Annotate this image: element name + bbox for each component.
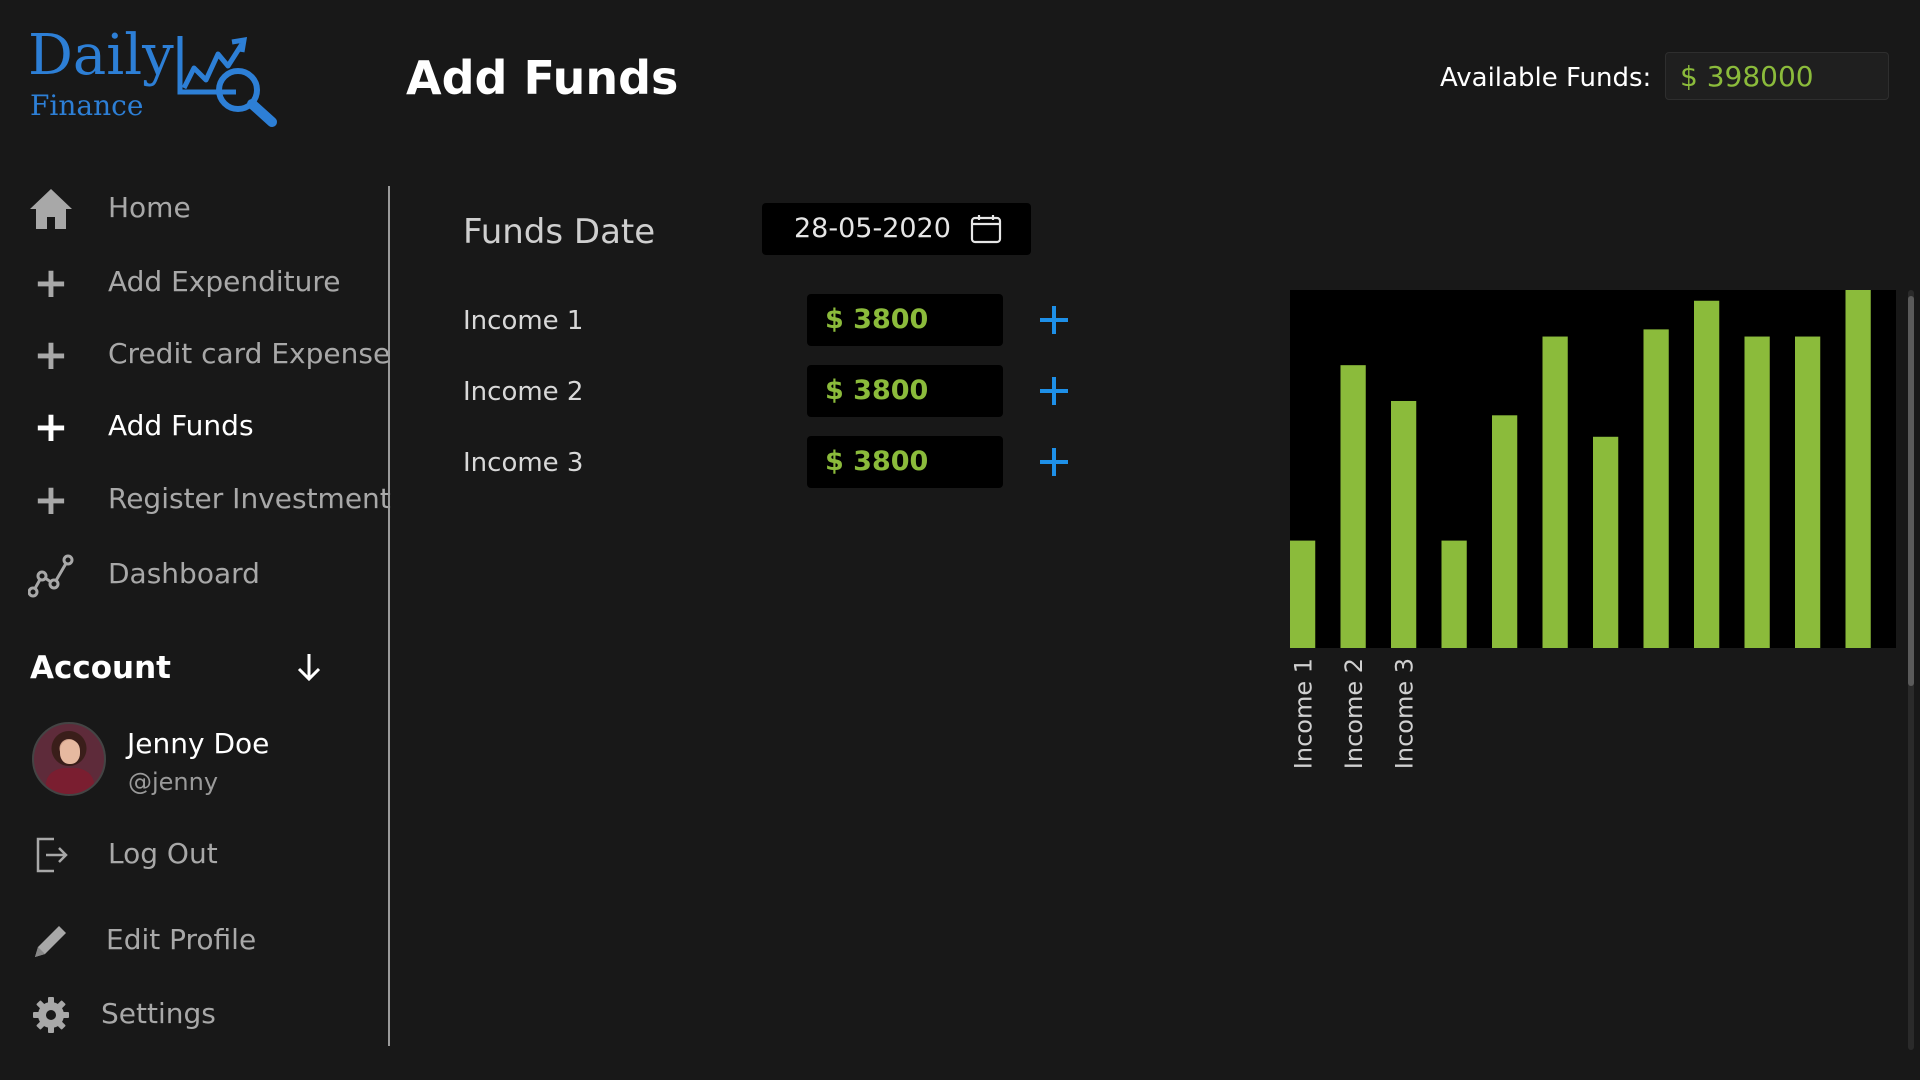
sidebar-item-label: Register Investment bbox=[108, 482, 391, 515]
sidebar-item-label: Credit card Expense bbox=[108, 337, 391, 370]
income-2-value: $ 3800 bbox=[825, 375, 929, 406]
available-funds-label: Available Funds: bbox=[1440, 63, 1652, 93]
page-title: Add Funds bbox=[406, 51, 679, 105]
home-icon bbox=[28, 186, 74, 232]
income-1-value: $ 3800 bbox=[825, 304, 929, 335]
sidebar-divider bbox=[388, 186, 390, 1046]
funds-date-value: 28-05-2020 bbox=[794, 213, 951, 244]
arrow-down-icon[interactable] bbox=[292, 650, 326, 684]
sidebar-item-home[interactable]: Home bbox=[28, 180, 378, 236]
sidebar-item-dashboard[interactable]: Dashboard bbox=[28, 546, 378, 602]
income-2-label: Income 2 bbox=[463, 377, 584, 407]
chart-tick-label: Income 2 bbox=[1340, 658, 1368, 769]
avatar[interactable] bbox=[32, 722, 106, 796]
chart-bar bbox=[1744, 336, 1770, 648]
plus-icon bbox=[1040, 448, 1068, 476]
add-income-2-button[interactable] bbox=[1036, 373, 1072, 409]
plus-icon: + bbox=[33, 330, 69, 379]
chart-bar bbox=[1441, 540, 1467, 648]
chart-tick-label: Income 3 bbox=[1391, 658, 1419, 769]
account-title: Account bbox=[30, 650, 171, 686]
income-3-input[interactable]: $ 3800 bbox=[807, 436, 1003, 488]
add-income-3-button[interactable] bbox=[1036, 444, 1072, 480]
logout-label: Log Out bbox=[108, 837, 218, 870]
chart-bar bbox=[1593, 436, 1619, 648]
pencil-icon bbox=[28, 918, 74, 964]
income-1-label: Income 1 bbox=[463, 306, 584, 336]
income-1-input[interactable]: $ 3800 bbox=[807, 294, 1003, 346]
chart-bar bbox=[1492, 415, 1518, 648]
sidebar-item-label: Home bbox=[108, 191, 191, 224]
calendar-icon[interactable] bbox=[970, 213, 1002, 249]
sidebar-item-label: Dashboard bbox=[108, 557, 260, 590]
brand-name: Daily bbox=[28, 23, 174, 88]
chart-tick-label: Income 1 bbox=[1290, 658, 1318, 769]
logo: Daily Finance bbox=[28, 24, 288, 128]
settings-button[interactable]: Settings bbox=[28, 986, 378, 1042]
edit-profile-button[interactable]: Edit Profile bbox=[28, 912, 378, 968]
plus-icon: + bbox=[33, 258, 69, 307]
plus-icon bbox=[1040, 306, 1068, 334]
settings-label: Settings bbox=[101, 997, 216, 1030]
sidebar-item-label: Add Expenditure bbox=[108, 265, 341, 298]
chart-bar bbox=[1795, 336, 1821, 648]
chart-bar bbox=[1542, 336, 1568, 648]
brand-sub: Finance bbox=[30, 89, 144, 122]
user-handle: @jenny bbox=[128, 768, 219, 796]
chart-bar bbox=[1290, 540, 1316, 648]
logout-icon bbox=[28, 832, 74, 878]
add-income-1-button[interactable] bbox=[1036, 302, 1072, 338]
available-funds-box: $ 398000 bbox=[1665, 52, 1889, 100]
sidebar-item-add-funds[interactable]: + Add Funds bbox=[28, 398, 378, 454]
income-bar-chart: Income 1 Income 2 Income 3 bbox=[1290, 290, 1896, 769]
sidebar-item-label: Add Funds bbox=[108, 409, 254, 442]
gear-icon bbox=[28, 992, 74, 1038]
income-3-value: $ 3800 bbox=[825, 446, 929, 477]
income-2-input[interactable]: $ 3800 bbox=[807, 365, 1003, 417]
scrollbar-thumb[interactable] bbox=[1908, 296, 1914, 686]
plus-icon: + bbox=[33, 402, 69, 451]
sidebar-item-credit-card-expense[interactable]: + Credit card Expense bbox=[28, 326, 390, 382]
plus-icon: + bbox=[33, 475, 69, 524]
chart-bar bbox=[1391, 400, 1417, 648]
line-chart-icon bbox=[28, 552, 74, 598]
logout-button[interactable]: Log Out bbox=[28, 826, 378, 882]
funds-date-label: Funds Date bbox=[463, 212, 656, 252]
edit-profile-label: Edit Profile bbox=[106, 923, 257, 956]
chart-bar bbox=[1845, 290, 1871, 648]
available-funds-value: $ 398000 bbox=[1680, 60, 1814, 93]
user-name: Jenny Doe bbox=[127, 727, 270, 760]
plus-icon bbox=[1040, 377, 1068, 405]
sidebar-item-add-expenditure[interactable]: + Add Expenditure bbox=[28, 254, 378, 310]
chart-bar bbox=[1643, 329, 1669, 648]
sidebar-item-register-investment[interactable]: + Register Investment bbox=[28, 471, 390, 527]
funds-date-input[interactable]: 28-05-2020 bbox=[762, 203, 1031, 255]
chart-magnifier-icon bbox=[177, 36, 277, 127]
income-3-label: Income 3 bbox=[463, 448, 584, 478]
chart-bar bbox=[1340, 365, 1366, 648]
chart-bar bbox=[1694, 300, 1720, 648]
